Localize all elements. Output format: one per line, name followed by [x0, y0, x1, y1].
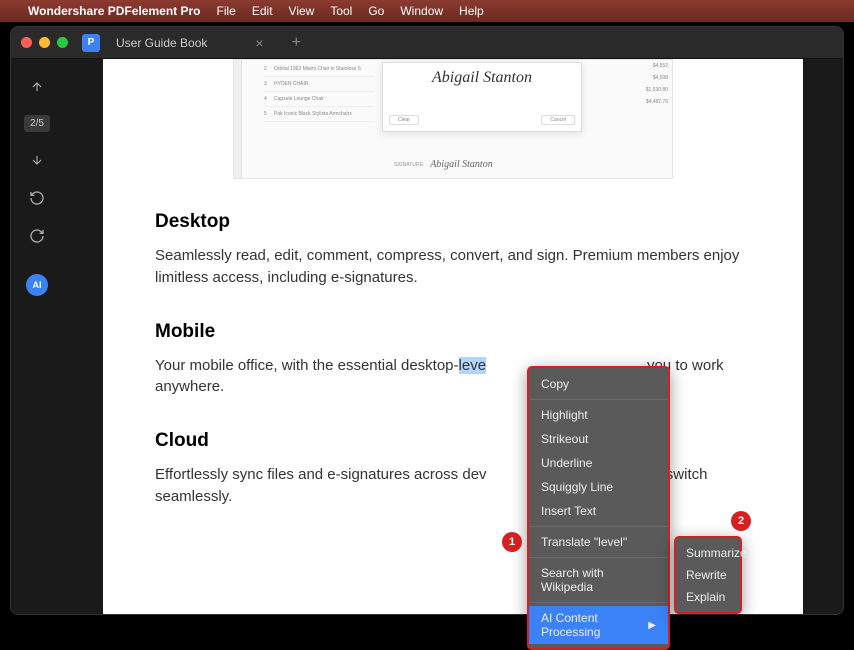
annotation-badge-1: 1 — [502, 532, 522, 552]
cm-wikipedia[interactable]: Search with Wikipedia — [529, 561, 668, 599]
menubar: Wondershare PDFelement Pro File Edit Vie… — [0, 0, 854, 22]
ai-button[interactable]: AI — [26, 274, 48, 296]
separator — [529, 399, 668, 400]
cm-highlight[interactable]: Highlight — [529, 403, 668, 427]
menu-go[interactable]: Go — [368, 4, 384, 18]
cm-translate[interactable]: Translate "level" — [529, 530, 668, 554]
window-close-button[interactable] — [21, 37, 32, 48]
body-area: 2/5 AI 2Orbital 1962 Miami Chair in Stai… — [11, 59, 843, 614]
embedded-screenshot: 2Orbital 1962 Miami Chair in Stainless S… — [233, 59, 673, 179]
undo-button[interactable] — [27, 188, 47, 208]
signature-text: Abigail Stanton — [389, 69, 575, 87]
menu-view[interactable]: View — [289, 4, 315, 18]
new-tab-button[interactable]: + — [292, 34, 301, 52]
document-page: 2Orbital 1962 Miami Chair in Stainless S… — [103, 59, 803, 614]
app-window: P User Guide Book × + 2/5 AI — [10, 26, 844, 615]
page-up-button[interactable] — [27, 77, 47, 97]
tab-close-icon[interactable]: × — [255, 35, 263, 51]
redo-button[interactable] — [27, 226, 47, 246]
menu-help[interactable]: Help — [459, 4, 484, 18]
cm-copy[interactable]: Copy — [529, 372, 668, 396]
titlebar: P User Guide Book × + — [11, 27, 843, 59]
menu-window[interactable]: Window — [400, 4, 443, 18]
heading-mobile: Mobile — [155, 321, 751, 343]
app-icon: P — [82, 34, 100, 52]
chevron-right-icon: ▶ — [648, 620, 656, 631]
document-area[interactable]: 2Orbital 1962 Miami Chair in Stainless S… — [63, 59, 843, 614]
separator — [529, 526, 668, 527]
document-tab[interactable]: User Guide Book × — [116, 35, 264, 51]
cm-ai-content-processing[interactable]: AI Content Processing ▶ — [529, 606, 668, 644]
context-menu: Copy Highlight Strikeout Underline Squig… — [527, 366, 670, 650]
app-name[interactable]: Wondershare PDFelement Pro — [28, 4, 201, 18]
page-down-button[interactable] — [27, 150, 47, 170]
menu-file[interactable]: File — [217, 4, 236, 18]
cm-squiggly[interactable]: Squiggly Line — [529, 475, 668, 499]
annotation-badge-2: 2 — [731, 511, 751, 531]
cm-underline[interactable]: Underline — [529, 451, 668, 475]
separator — [529, 602, 668, 603]
tab-title: User Guide Book — [116, 36, 207, 50]
menu-tool[interactable]: Tool — [330, 4, 352, 18]
sm-summarize[interactable]: Summarize — [676, 542, 740, 564]
sm-explain[interactable]: Explain — [676, 586, 740, 608]
page-indicator[interactable]: 2/5 — [24, 115, 50, 132]
window-minimize-button[interactable] — [39, 37, 50, 48]
menu-edit[interactable]: Edit — [252, 4, 273, 18]
ai-submenu: Summarize Rewrite Explain — [674, 536, 742, 614]
heading-desktop: Desktop — [155, 211, 751, 233]
selected-text[interactable]: leve — [459, 357, 487, 374]
sm-rewrite[interactable]: Rewrite — [676, 564, 740, 586]
sidebar: 2/5 AI — [11, 59, 63, 614]
section-desktop: Desktop Seamlessly read, edit, comment, … — [155, 211, 751, 289]
separator — [529, 557, 668, 558]
traffic-lights — [21, 37, 68, 48]
cm-strikeout[interactable]: Strikeout — [529, 427, 668, 451]
cm-insert-text[interactable]: Insert Text — [529, 499, 668, 523]
window-maximize-button[interactable] — [57, 37, 68, 48]
paragraph-desktop: Seamlessly read, edit, comment, compress… — [155, 245, 751, 289]
